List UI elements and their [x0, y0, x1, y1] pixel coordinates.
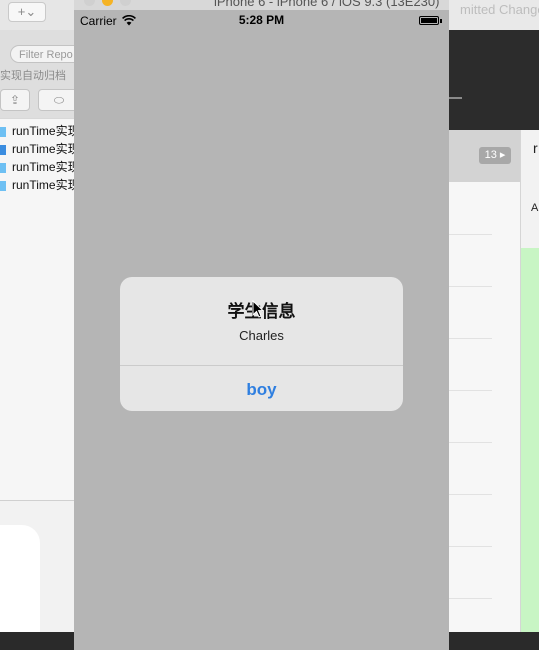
line-count-badge[interactable]: 13 ▸ — [479, 147, 511, 164]
xcode-bottom-inner-panel — [0, 525, 40, 635]
inspector-diff-highlight — [521, 248, 539, 632]
file-icon — [0, 180, 6, 191]
file-icon — [0, 144, 6, 155]
project-title: 实现自动归档 — [0, 70, 66, 82]
editor-line — [448, 442, 492, 443]
editor-line — [448, 286, 492, 287]
share-button[interactable]: ⇪ — [0, 89, 30, 111]
add-button[interactable]: +⌄ — [8, 2, 46, 22]
file-list: runTime实现 runTime实现 runTime实现 runTime实现 — [0, 118, 80, 501]
right-window-title: mitted Change — [460, 2, 539, 17]
file-label: runTime实现 — [12, 142, 80, 156]
inspector-label-r: r — [533, 140, 538, 156]
status-time: 5:28 PM — [238, 13, 285, 27]
file-list-item[interactable]: runTime实现 — [0, 158, 80, 176]
mouse-cursor-icon — [252, 300, 264, 318]
simulator-title-bar: iPhone 6 - iPhone 6 / iOS 9.3 (13E230) — [74, 0, 449, 10]
file-label: runTime实现 — [12, 124, 80, 138]
alert-boy-button[interactable]: boy — [120, 366, 403, 411]
simulator-window-title: iPhone 6 - iPhone 6 / iOS 9.3 (13E230) — [214, 0, 440, 9]
file-label: runTime实现 — [12, 160, 80, 174]
file-label: runTime实现 — [12, 178, 80, 192]
editor-line — [448, 546, 492, 547]
status-bar: Carrier 5:28 PM — [74, 10, 449, 32]
editor-line — [448, 390, 492, 391]
simulator-screen: Carrier 5:28 PM 学生信息 Charles boy — [74, 10, 449, 650]
file-icon — [0, 162, 6, 173]
editor-area — [448, 182, 520, 632]
editor-line — [448, 598, 492, 599]
zoom-icon[interactable] — [120, 0, 131, 6]
editor-line — [448, 494, 492, 495]
file-list-item[interactable]: runTime实现 — [0, 176, 80, 194]
alert-dialog: 学生信息 Charles boy — [120, 277, 403, 411]
tag-icon: ⬭ — [53, 93, 65, 107]
battery-icon — [419, 16, 439, 25]
alert-message: Charles — [239, 328, 284, 343]
close-icon[interactable] — [84, 0, 95, 6]
right-dark-toolbar — [448, 30, 539, 130]
file-list-item[interactable]: runTime实现 — [0, 140, 80, 158]
share-icon: ⇪ — [9, 93, 21, 107]
editor-line — [448, 234, 492, 235]
file-icon — [0, 126, 6, 137]
editor-line — [448, 338, 492, 339]
minimize-icon[interactable] — [102, 0, 113, 6]
toolbar-divider — [448, 97, 462, 99]
battery-tip — [440, 19, 442, 23]
file-list-item[interactable]: runTime实现 — [0, 122, 80, 140]
inspector-label-a: A — [531, 202, 539, 214]
